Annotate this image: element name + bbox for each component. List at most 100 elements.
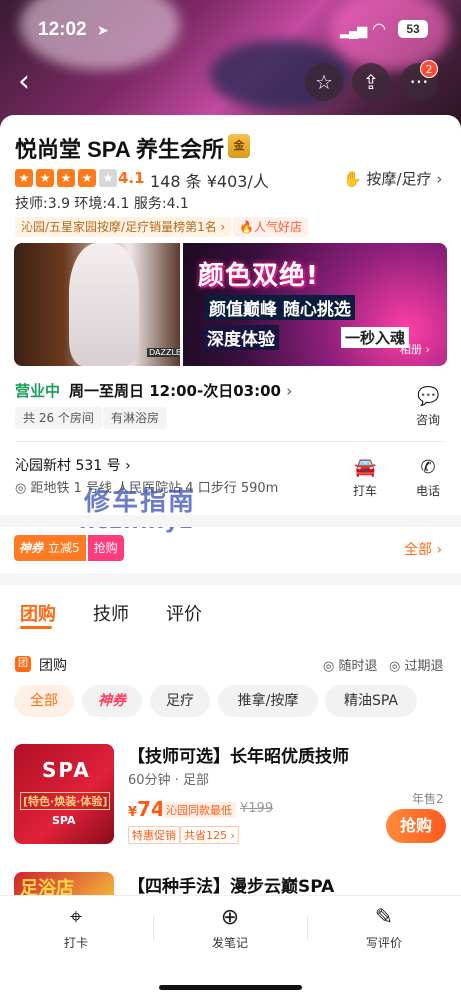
price-symbol: ¥ [128, 805, 138, 820]
chevron-right-icon: › [436, 170, 443, 188]
consult-button[interactable]: 💬 咨询 [413, 386, 443, 428]
photo-line-3: 深度体验 [203, 325, 279, 350]
phone-label: 电话 [415, 484, 440, 498]
tab-technicians[interactable]: 技师 [93, 600, 129, 626]
camera-note-icon: ⊕ [220, 905, 240, 930]
star-icon: ★ [15, 169, 33, 187]
consult-label: 咨询 [415, 413, 440, 427]
refund-expired: ◎ 过期退 [389, 655, 444, 674]
star-icon: ★ [36, 169, 54, 187]
location-pin-icon: ◎ [15, 481, 27, 496]
rating-score: 4.1 [118, 169, 145, 187]
write-review-button[interactable]: ✎ 写评价 [354, 905, 414, 951]
coupon-discount: 立减5 [48, 535, 86, 561]
deal-promo-tag: 特惠促销 [128, 826, 180, 844]
deal-image-text: 足浴店 [20, 878, 74, 895]
active-tab-indicator [20, 626, 52, 629]
post-note-label: 发笔记 [211, 936, 248, 950]
review-summary[interactable]: 148 条 ¥403/人 [150, 168, 269, 192]
star-icon: ★ [57, 169, 75, 187]
star-outline-icon[interactable]: ☆ [305, 63, 343, 101]
checkin-location-icon: ⌖ [69, 905, 83, 930]
phone-button[interactable]: ✆ 电话 [413, 457, 443, 499]
filter-massage[interactable]: 推拿/按摩 [218, 685, 318, 717]
status-bar: 12:02 ➤ ▂▄▆ ◠ 53 [0, 0, 461, 56]
check-circle-icon: ◎ [389, 659, 401, 674]
more-badge: 2 [420, 60, 438, 78]
facility-chip: 共 26 个房间 [15, 407, 102, 429]
filter-foot[interactable]: 足疗 [150, 685, 210, 717]
deal-compare-tag: 沁园同款最低 [162, 802, 236, 818]
back-chevron-icon[interactable]: ‹ [18, 64, 30, 99]
address-street[interactable]: 沁园新村 531 号 › [15, 455, 131, 475]
section-gap [0, 515, 461, 527]
coupon-bar[interactable]: 神券 立减5 抢购 [14, 535, 124, 561]
deal-image-text: SPA [42, 758, 91, 782]
filter-coupon[interactable]: 神券 [82, 685, 142, 717]
star-icon: ★ [78, 169, 96, 187]
gold-level-badge: 金 [228, 134, 250, 158]
star-empty-icon: ★ [99, 169, 117, 187]
check-circle-icon: ◎ [323, 659, 335, 674]
coupon-tag: 神券 [14, 535, 49, 561]
tab-groupbuy[interactable]: 团购 [20, 600, 56, 626]
location-arrow-icon: ➤ [97, 22, 109, 38]
deal-image[interactable]: SPA [特色·焕装·体验] SPA [14, 744, 114, 844]
deal-saving-tag: 共省125 › [180, 826, 239, 844]
deal-title[interactable]: 【技师可选】长年昭优质技师 [128, 742, 349, 767]
coupon-grab-button[interactable]: 抢购 [87, 535, 124, 561]
post-note-button[interactable]: ⊕ 发笔记 [200, 905, 260, 951]
massage-hand-icon: ✋ [343, 170, 362, 188]
hours-text: 周一至周日 12:00-次日03:00 [69, 382, 281, 400]
price-value: 74 [137, 797, 165, 821]
address-label: 沁园新村 531 号 [15, 458, 121, 474]
open-status: 营业中 [15, 382, 61, 400]
rank-tag-label: 沁园/五星家园按摩/足疗销量榜第1名 [21, 220, 217, 234]
deal-image-subtext: [特色·焕装·体验] [20, 792, 111, 810]
refund-anytime: ◎ 随时退 [323, 655, 378, 674]
divider [153, 916, 154, 940]
filter-oil-spa[interactable]: 精油SPA [325, 685, 417, 717]
taxi-button[interactable]: 🚘 打车 [350, 457, 380, 499]
buy-button[interactable]: 抢购 [386, 809, 446, 843]
deal-subtitle: 60分钟 · 足部 [128, 773, 209, 788]
hot-tag: 🔥人气好店 [233, 217, 308, 237]
rank-tag[interactable]: 沁园/五星家园按摩/足疗销量榜第1名 › [15, 217, 232, 237]
all-coupons-link[interactable]: 全部 › [404, 539, 442, 559]
album-link[interactable]: 相册 › [400, 341, 430, 357]
saving-label: 共省125 [184, 829, 227, 842]
home-indicator [159, 985, 302, 990]
filter-all[interactable]: 全部 [14, 685, 74, 717]
sub-scores: 技师:3.9 环境:4.1 服务:4.1 [15, 196, 189, 212]
shop-photo-1[interactable]: DAZZLE [14, 243, 180, 366]
wifi-icon: ◠ [372, 21, 386, 38]
business-hours[interactable]: 周一至周日 12:00-次日03:00 › [69, 380, 292, 401]
category-link[interactable]: ✋ 按摩/足疗 › [343, 168, 442, 189]
photo-line-4: 一秒入魂 [341, 327, 410, 348]
photo-figure [69, 243, 139, 366]
category-label: 按摩/足疗 [366, 170, 432, 188]
checkin-button[interactable]: ⌖ 打卡 [46, 905, 106, 951]
deal-price: ¥74 [128, 797, 165, 821]
deal-title[interactable]: 【四种手法】漫步云巅SPA [128, 872, 334, 897]
chat-icon: 💬 [417, 386, 440, 407]
divider [15, 441, 445, 442]
edit-review-icon: ✎ [374, 905, 394, 930]
facility-chip: 有淋浴房 [103, 407, 168, 429]
section-gap [0, 573, 461, 585]
photo-tag: DAZZLE [147, 348, 180, 357]
deal-sold-count: 年售2 [412, 792, 444, 806]
photo-headline: 颜色双绝! [198, 261, 319, 291]
tab-reviews[interactable]: 评价 [166, 600, 202, 626]
taxi-label: 打车 [352, 484, 377, 498]
share-icon[interactable]: ⇪ [352, 63, 390, 101]
checkin-label: 打卡 [63, 936, 88, 950]
divider [307, 916, 308, 940]
album-label: 相册 [400, 343, 422, 356]
groupbuy-icon: 团 [15, 656, 31, 672]
section-tabs: 团购 技师 评价 [0, 600, 461, 640]
write-review-label: 写评价 [365, 936, 402, 950]
deal-image[interactable]: 足浴店 [14, 872, 114, 895]
hot-tag-label: 人气好店 [253, 220, 302, 234]
phone-icon: ✆ [420, 457, 436, 478]
